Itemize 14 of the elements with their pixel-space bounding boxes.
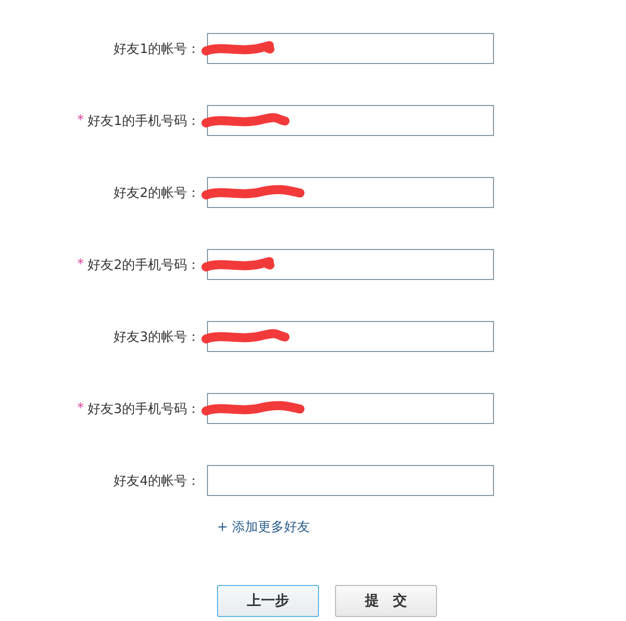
submit-button[interactable]: 提 交 [335, 585, 437, 617]
field-label: 好友1的手机号码： [88, 112, 200, 130]
add-friends-link[interactable]: + 添加更多好友 [217, 520, 310, 535]
required-mark: * [77, 401, 84, 416]
required-mark: * [77, 113, 84, 128]
field-label: 好友1的帐号： [114, 40, 200, 58]
input-field[interactable] [207, 465, 494, 496]
field-label: 好友3的手机号码： [88, 400, 200, 418]
field-label: 好友3的帐号： [114, 328, 200, 346]
back-button[interactable]: 上一步 [217, 585, 319, 617]
field-label: 好友2的帐号： [114, 184, 200, 202]
required-mark: * [77, 257, 84, 272]
field-label: 好友4的帐号： [114, 472, 200, 490]
field-label: 好友2的手机号码： [88, 256, 200, 274]
